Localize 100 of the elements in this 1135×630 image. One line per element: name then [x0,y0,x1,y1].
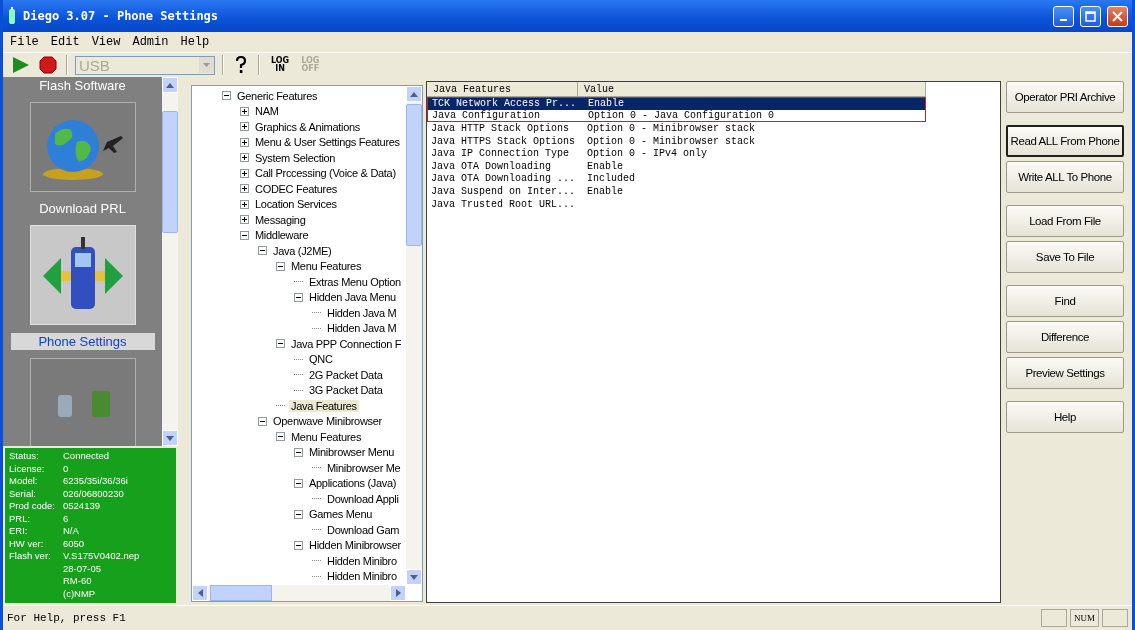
expand-icon[interactable] [240,153,249,163]
tree-item[interactable]: Generic Features [235,89,320,102]
table-row[interactable]: Java Suspend on Inter... Enable [427,185,926,198]
scrollbar[interactable] [192,585,406,601]
tree-item[interactable]: Applications (Java) [307,477,399,490]
collapse-icon[interactable] [294,540,303,550]
collapse-icon[interactable] [294,292,303,302]
scroll-up-icon[interactable] [410,91,418,97]
scroll-up-icon[interactable] [166,82,174,88]
tree-item[interactable]: Hidden Java M [325,306,399,319]
collapse-icon[interactable] [276,339,285,349]
collapse-icon[interactable] [294,478,303,488]
collapse-icon[interactable] [294,509,303,519]
expand-icon[interactable] [240,199,249,209]
tree-item[interactable]: Hidden Minibro [325,570,399,583]
tree-item[interactable]: Openwave Minibrowser [271,415,384,428]
column-header[interactable]: Java Features [427,82,578,97]
menu-item[interactable]: View [88,34,124,50]
expand-icon[interactable] [240,137,249,147]
minimize-icon [1060,18,1067,21]
scroll-down-icon[interactable] [410,574,418,580]
tree-item[interactable]: Minibrowser Menu [307,446,397,459]
status-pane [1102,609,1128,627]
action-button[interactable]: Save To File [1006,241,1124,273]
tree-item[interactable]: Menu Features [289,260,364,273]
menu-item[interactable]: Edit [47,34,83,50]
action-button[interactable]: Operator PRI Archive [1006,81,1124,113]
table-row[interactable]: Java IP Connection Type Option 0 - IPv4 only [427,147,926,160]
collapse-icon[interactable] [240,230,249,240]
tree-item[interactable]: Java (J2ME) [271,244,334,257]
expand-icon[interactable] [240,122,249,132]
tree-item[interactable]: Menu Features [289,430,364,443]
tree-item[interactable]: Minibrowser Me [325,461,403,474]
info-value: (c)NMP [63,587,97,600]
table-row[interactable]: Java OTA Downloading Enable [427,159,926,173]
tree-item[interactable]: 3G Packet Data [307,384,385,397]
tree-item[interactable]: Extras Menu Option [307,275,403,288]
table-row[interactable]: TCK Network Access Pr... Enable [427,97,926,110]
table-cell-text: Java Configuration [431,109,542,121]
table-cell-text: TCK Network Access Pr... [431,98,578,110]
log-in-button[interactable]: LOG IN [267,57,294,73]
scrollbar[interactable] [162,77,178,446]
action-button[interactable]: Write ALL To Phone [1006,161,1124,193]
column-header[interactable]: Value [578,82,926,97]
tree-item[interactable]: Location Services [253,198,339,211]
collapse-icon[interactable] [258,246,267,256]
action-button[interactable]: Load From File [1006,205,1124,237]
collapse-icon[interactable] [294,447,303,457]
expand-icon[interactable] [240,168,249,178]
tree-item[interactable]: Hidden Minibro [325,554,399,567]
action-button[interactable]: Read ALL From Phone [1006,125,1124,157]
table-row[interactable]: Java OTA Downloading ... Included [427,172,926,186]
table-cell-text: Option 0 - Minibrowser stack [586,135,756,147]
action-button[interactable]: Help [1006,401,1124,433]
tree-item[interactable]: Download Appli [325,492,401,505]
tree-item[interactable]: System Selection [253,151,338,164]
minimize-button[interactable] [1053,5,1074,27]
action-button[interactable]: Preview Settings [1006,357,1124,389]
nav-item[interactable]: Flash Software [9,77,156,94]
table-row[interactable]: Java Configuration Option 0 - Java Configuration 0 [427,109,926,123]
scroll-right-icon[interactable] [395,589,401,597]
collapse-icon[interactable] [258,416,267,426]
app-icon [7,7,17,25]
tree-item[interactable]: Hidden Minibrowser [307,539,403,552]
action-button[interactable]: Difference [1006,321,1124,353]
table-row[interactable]: Java HTTP Stack Options Option 0 - Minibrowser stack [427,122,926,135]
scroll-left-icon[interactable] [197,589,203,597]
expand-icon[interactable] [240,215,249,225]
menu-item[interactable]: Help [177,34,213,50]
close-button[interactable] [1107,5,1128,27]
tree-item[interactable]: QNC [307,353,335,366]
scroll-down-icon[interactable] [166,435,174,441]
tree-item[interactable]: CODEC Features [253,182,339,195]
menu-item[interactable]: File [7,34,42,50]
scrollbar[interactable] [406,86,422,585]
collapse-icon[interactable] [276,261,285,271]
stop-button[interactable] [37,54,59,76]
expand-icon[interactable] [240,184,249,194]
tree-item[interactable]: Graphics & Animations [253,120,362,133]
maximize-button[interactable] [1080,5,1101,27]
tree-item[interactable]: Java Features [289,399,359,412]
tree-item[interactable]: NAM [253,105,281,118]
tree-item[interactable]: Download Gam [325,523,402,536]
tree-item[interactable]: Games Menu [307,508,375,521]
collapse-icon[interactable] [222,91,231,101]
table-row[interactable]: Java HTTPS Stack Options Option 0 - Minibrowser stack [427,134,926,148]
collapse-icon[interactable] [276,432,285,442]
tree-item[interactable]: Messaging [253,213,308,226]
menu-item[interactable]: Admin [129,34,172,50]
expand-icon[interactable] [240,106,249,116]
tree-item[interactable]: Java PPP Connection F [289,337,404,350]
tree-item[interactable]: Middleware [253,229,311,242]
tree-item[interactable]: Hidden Java M [325,322,399,335]
tree-item[interactable]: Hidden Java Menu [307,291,398,304]
tree-item[interactable]: Menu & User Settings Features [253,136,402,149]
tree-item[interactable]: Call Prccessing (Voice & Data) [253,167,398,180]
action-button[interactable]: Find [1006,285,1124,317]
table-row[interactable]: Java Trusted Root URL... [427,197,926,211]
window-title: Diego 3.07 - Phone Settings [23,9,220,23]
tree-item[interactable]: 2G Packet Data [307,368,385,381]
